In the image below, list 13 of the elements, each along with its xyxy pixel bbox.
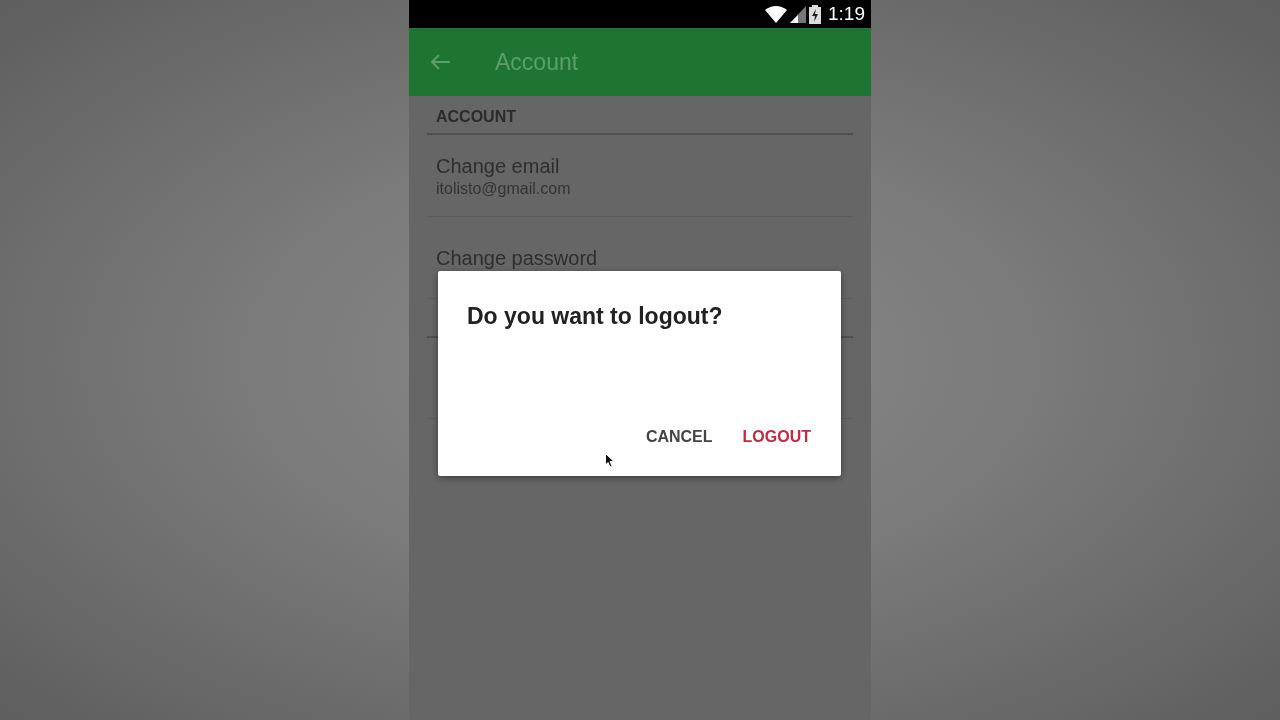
- status-time: 1:19: [828, 3, 865, 25]
- screen-title: Account: [495, 48, 579, 76]
- section-header: ACCOUNT: [435, 107, 517, 127]
- signal-icon: [790, 5, 806, 23]
- item-title: Change password: [436, 245, 599, 271]
- dialog-button[interactable]: CANCEL: [635, 424, 723, 450]
- wifi-icon: [765, 5, 787, 23]
- back-arrow-icon[interactable]: [431, 54, 451, 70]
- dialog-button[interactable]: LOGOUT: [732, 424, 821, 450]
- mouse-cursor-icon: [605, 453, 615, 468]
- battery-icon: [809, 4, 821, 24]
- item-title: Change email: [436, 153, 561, 179]
- dialog-title: Do you want to logout?: [466, 302, 724, 330]
